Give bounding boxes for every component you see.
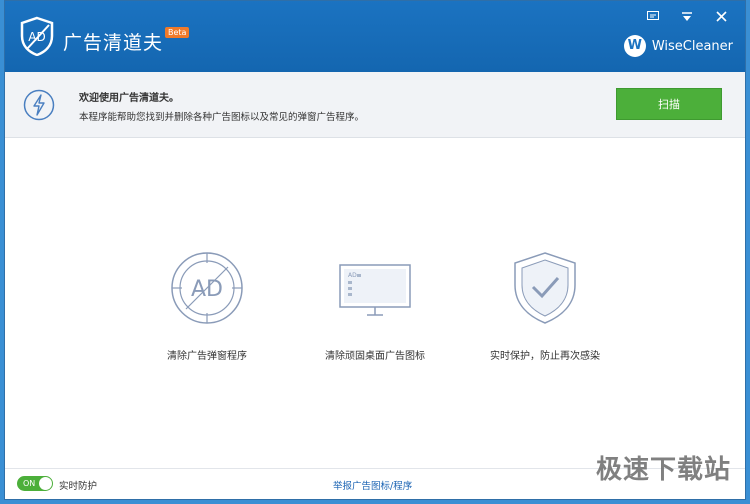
feature-remove-desktop-icons: AD 清除顽固桌面广告图标 [310,251,440,362]
toggle-state: ON [23,479,36,488]
ad-target-icon: AD [171,252,243,324]
feedback-icon[interactable] [643,10,663,28]
info-bar: 欢迎使用广告清道夫。 本程序能帮助您找到并删除各种广告图标以及常见的弹窗广告程序… [5,72,745,138]
title-bar[interactable]: AD 广告清道夫 Beta W WiseCleaner [5,1,745,72]
app-logo-icon: AD [20,16,54,56]
ad-text: AD [191,277,223,302]
wisecleaner-logo-icon: W [623,35,646,57]
feature-label: 实时保护，防止再次感染 [490,351,600,362]
info-title: 欢迎使用广告清道夫。 [79,93,179,104]
realtime-protection-toggle[interactable]: ON [17,476,53,491]
footer-bar: ON 实时防护 举报广告图标/程序 极速下载站 [5,455,745,499]
close-icon[interactable] [711,10,731,28]
toggle-knob [39,477,52,490]
shield-check-icon [514,252,576,324]
feature-realtime-protection: 实时保护，防止再次感染 [480,251,610,362]
beta-badge: Beta [165,27,190,38]
report-ad-link[interactable]: 举报广告图标/程序 [333,478,412,492]
feature-label: 清除广告弹窗程序 [167,351,247,362]
watermark: 极速下载站 [595,455,731,485]
realtime-protection-label: 实时防护 [59,481,98,492]
app-title: 广告清道夫 [63,32,164,54]
app-window: AD 广告清道夫 Beta W WiseCleaner 欢迎使用广告清道夫。 本… [4,0,746,500]
feature-remove-popup-ads: AD 清除广告弹窗程序 [142,251,272,362]
lightning-icon [23,89,55,121]
feature-label: 清除顽固桌面广告图标 [325,351,425,362]
scan-button[interactable]: 扫描 [616,88,722,120]
brand-wisecleaner[interactable]: W WiseCleaner [623,35,733,57]
brand-name: WiseCleaner [651,38,733,54]
ad-text: AD [348,272,357,279]
info-description: 本程序能帮助您找到并删除各种广告图标以及常见的弹窗广告程序。 [79,112,365,123]
menu-dropdown-icon[interactable] [677,10,697,28]
monitor-icon: AD [339,264,411,316]
